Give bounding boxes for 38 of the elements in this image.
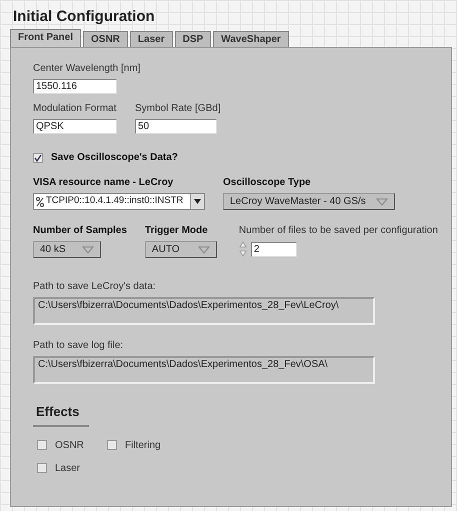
input-field[interactable]: 1550.116 [33,79,117,94]
section-heading: Effects [33,402,89,426]
tab[interactable]: OSNR [83,31,128,47]
checkbox-label: OSNR [55,438,84,452]
field-label: Modulation Format [33,102,117,115]
tab[interactable]: WaveShaper [213,31,289,47]
spinner-arrows-icon[interactable] [238,241,247,257]
dropdown[interactable]: 40 kS [33,241,101,258]
tab[interactable]: Front Panel [10,29,82,47]
window-title: Initial Configuration [12,8,156,26]
checkbox[interactable] [33,152,43,162]
field-label: VISA resource name - LeCroy [33,176,174,189]
field-label: Symbol Rate [GBd] [135,102,221,115]
dropdown-arrow-icon [198,246,210,254]
dropdown-arrow-icon [376,198,388,206]
input-field[interactable]: 50 [135,119,217,134]
checkbox-label: Laser [55,462,80,474]
dropdown[interactable]: LeCroy WaveMaster - 40 GS/s [223,193,395,210]
checkbox-label: Filtering [125,438,161,452]
path-field[interactable]: C:\Users\fbizerra\Documents\Dados\Experimentos_28_Fev\LeCroy\ [33,297,375,325]
tab[interactable]: DSP [174,31,212,47]
field-label: Number of Samples [33,224,127,237]
checkbox[interactable] [37,440,47,450]
field-label: Trigger Mode [144,224,209,237]
field-label: Path to save LeCroy's data: [33,280,157,293]
input-field[interactable]: 2 [250,242,297,256]
field-label: Oscilloscope Type [223,176,312,189]
tab[interactable]: Laser [130,31,173,47]
input-field[interactable]: QPSK [33,119,117,134]
field-label: Path to save log file: [33,339,124,352]
field-label: Number of files to be saved per configuration [238,224,438,237]
checkbox[interactable] [37,463,47,473]
checkbox-label: Save Oscilloscope's Data? [51,151,178,164]
dropdown[interactable]: AUTO [144,241,217,258]
path-field[interactable]: C:\Users\fbizerra\Documents\Dados\Experimentos_28_Fev\OSA\ [33,356,375,384]
dropdown-arrow-icon [82,246,94,254]
checkbox[interactable] [107,440,117,450]
field-label: Center Wavelength [nm] [33,62,142,75]
